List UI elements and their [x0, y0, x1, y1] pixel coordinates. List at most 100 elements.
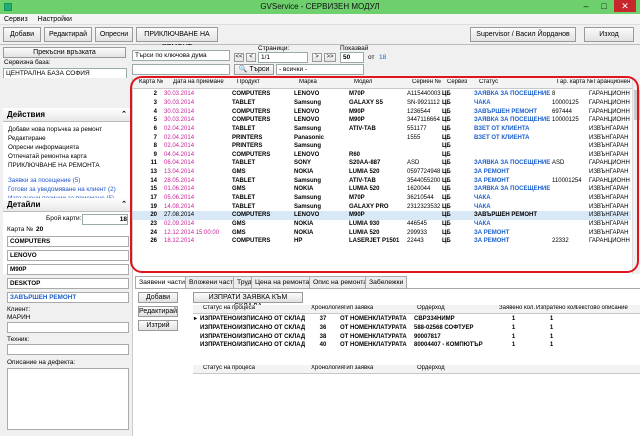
table-row[interactable]: 19 14.08.2014 TABLET Samsung GALAXY PRO 23123…	[133, 202, 631, 211]
keyword-input[interactable]	[132, 64, 230, 75]
parts-add-button[interactable]: Добави	[138, 292, 178, 303]
table-row[interactable]: 7 02.04.2014 PRINTERS Panasonic 1555 ЦБ ВЗЕТ О…	[133, 133, 631, 142]
col-card-no[interactable]: Карта №	[139, 79, 163, 85]
table-row[interactable]: 13 13.04.2014 GMS NOKIA LUMIA 520 0597724948 Ц…	[133, 168, 631, 177]
cell-model: LUMIA 930	[349, 220, 380, 227]
status-filter-select[interactable]: - всички -	[276, 64, 364, 75]
close-button[interactable]: ✕	[614, 0, 636, 12]
table-row[interactable]: 14 28.05.2014 TABLET Samsung ATIV-TAB 3544055…	[133, 176, 631, 185]
action-edit[interactable]: Редактиране	[8, 135, 46, 142]
tab-repair-price[interactable]: Цена на ремонта	[251, 276, 314, 288]
action-finish-repair[interactable]: ПРИКЛЮЧВАНЕ НА РЕМОНТА	[8, 162, 100, 169]
table-row[interactable]: 4 30.03.2014 COMPUTERS LENOVO M90P 1236544 ЦБ З…	[133, 107, 631, 116]
col-status[interactable]: Статус	[479, 79, 498, 85]
col-serial[interactable]: Сериен №	[412, 79, 441, 85]
col-warranty-card[interactable]: Гар. карта №	[557, 79, 593, 85]
action-print-card[interactable]: Отпечатай ремонтна карта	[8, 153, 87, 160]
table-row[interactable]: 6 02.04.2014 TABLET Samsung ATIV-TAB 551177 ЦБ…	[133, 125, 631, 134]
hcol-order[interactable]: Ордерход	[417, 365, 445, 371]
user-button[interactable]: Supervisor / Васил Йорданов	[470, 27, 576, 42]
col-date[interactable]: Дата на приемане	[173, 79, 224, 85]
refresh-button[interactable]: Опресни	[95, 27, 133, 42]
finish-repair-button[interactable]: ПРИКЛЮЧВАНЕ НА РЕМОНТ	[136, 27, 218, 51]
send-to-warehouse-button[interactable]: ИЗПРАТИ ЗАЯВКА КЪМ СКЛАДА	[193, 292, 303, 310]
add-button[interactable]: Добави	[3, 27, 41, 42]
parts-row[interactable]: ИЗПРАТЕНО/ИЗПИСАНО ОТ СКЛАД 36 ОТ НОМЕНКЛА…	[193, 324, 638, 333]
table-row[interactable]: 23 02.09.2014 GMS NOKIA LUMIA 930 446545 ЦБ ЧАК…	[133, 220, 631, 229]
minimize-button[interactable]: ‒	[578, 0, 594, 12]
cell-brand: LENOVO	[294, 108, 320, 115]
col-service[interactable]: Сервиз	[447, 79, 467, 85]
pcol-status[interactable]: Статус на процеса	[203, 305, 255, 311]
table-row[interactable]: 3 30.03.2014 TABLET Samsung GALAXY S5 SN-9921…	[133, 99, 631, 108]
cell-status: ЧАКА	[474, 203, 491, 210]
cell-card	[551, 202, 588, 211]
last-page-button[interactable]: >>	[324, 53, 336, 62]
cell-warranty: ГАРАНЦИОНН	[589, 108, 630, 115]
cell-date: 27.08.2014	[163, 210, 231, 220]
page-select[interactable]: 1/1	[258, 52, 308, 63]
pcol-type[interactable]: Тип заявка	[343, 305, 373, 311]
parts-row[interactable]: ИЗПРАТЕНО/ИЗПИСАНО ОТ СКЛАД 40 ОТ НОМЕНКЛА…	[193, 341, 638, 350]
defect-field[interactable]	[7, 368, 129, 430]
action-add-order[interactable]: Добави нова поръчка за ремонт	[8, 126, 102, 133]
grid-scrollbar[interactable]	[632, 78, 640, 274]
link-visit-requests[interactable]: Заявки за посещение (5)	[8, 177, 80, 184]
cell-service: ЦБ	[442, 143, 451, 150]
table-row[interactable]: 5 30.03.2014 COMPUTERS LENOVO M90P 3447116664…	[133, 116, 631, 125]
cell-brand: LENOVO	[294, 117, 320, 124]
scroll-thumb[interactable]	[634, 90, 640, 120]
table-row[interactable]: 2 30.03.2014 COMPUTERS LENOVO M70P A115440003…	[133, 90, 631, 99]
col-warranty[interactable]: Гаранционен	[594, 79, 632, 85]
menu-settings[interactable]: Настройки	[34, 14, 76, 23]
table-row[interactable]: 20 27.08.2014 COMPUTERS LENOVO M90P ЦБ ЗАВЪРШЕ…	[133, 210, 631, 220]
cell-product: COMPUTERS	[231, 210, 293, 220]
maximize-button[interactable]: □	[596, 0, 612, 12]
parts-delete-button[interactable]: Изтрий	[138, 320, 178, 331]
next-page-button[interactable]: >	[312, 53, 322, 62]
page-size-input[interactable]: 50	[340, 52, 364, 63]
cell-text	[571, 341, 638, 350]
cell-model	[348, 133, 406, 142]
table-row[interactable]: 24 12.12.2014 15:00:00 GMS NOKIA LUMIA 520 29…	[133, 228, 631, 237]
actions-header[interactable]: Действия ⌃	[3, 108, 130, 122]
cell-warranty: ИЗВЪНГАРАН	[589, 143, 629, 150]
hcol-status[interactable]: Статус на процеса	[203, 365, 255, 371]
action-refresh[interactable]: Опресни информацията	[8, 144, 79, 151]
edit-button[interactable]: Редактирай	[44, 27, 92, 42]
search-mode-select[interactable]: Търси по ключова дума	[132, 50, 230, 61]
pcol-requested[interactable]: Заявено кол.	[499, 305, 535, 311]
table-row[interactable]: 11 06.04.2014 TABLET SONY S20AA-887 ASD ЦБ ЗАЯВ…	[133, 159, 631, 168]
details-header[interactable]: Детайли ⌃	[3, 198, 130, 212]
tab-repair-description[interactable]: Опис на ремонта	[309, 276, 372, 288]
table-row[interactable]: 8 02.04.2014 PRINTERS Samsung ЦБ ИЗВЪНГАРАН	[133, 142, 631, 151]
table-row[interactable]: 15 01.06.2014 GMS NOKIA LUMIA 520 1620044 ЦБ ЗА…	[133, 185, 631, 194]
col-brand[interactable]: Марка	[299, 79, 317, 85]
col-product[interactable]: Продукт	[237, 79, 260, 85]
menu-service[interactable]: Сервиз	[0, 14, 32, 23]
parts-edit-button[interactable]: Редактирай	[138, 306, 178, 317]
card-number: 20	[36, 226, 44, 233]
cell-status	[473, 150, 551, 159]
parts-row[interactable]: ▸ ИЗПРАТЕНО/ИЗПИСАНО ОТ СКЛАД 37 ОТ НОМЕНКЛ…	[193, 315, 638, 324]
parts-row[interactable]: ИЗПРАТЕНО/ИЗПИСАНО ОТ СКЛАД 38 ОТ НОМЕНКЛА…	[193, 332, 638, 341]
pcol-order[interactable]: Ордерход	[417, 305, 445, 311]
cell-product: TABLET	[232, 195, 256, 201]
unlink-button[interactable]: Прекъсни връзката	[3, 47, 126, 58]
exit-button[interactable]: Изход	[584, 27, 634, 42]
hcol-type[interactable]: Тип заявка	[343, 365, 373, 371]
table-row[interactable]: 17 05.06.2014 TABLET Samsung M70P 36210544 ЦБ Ч…	[133, 194, 631, 203]
hcol-history[interactable]: Хронология	[311, 365, 344, 371]
pcol-sent[interactable]: Изпратено кол.	[536, 305, 578, 311]
tab-notes[interactable]: Забележки	[365, 276, 408, 288]
search-button[interactable]: 🔍 Търси	[234, 64, 274, 75]
table-row[interactable]: 9 04.04.2014 COMPUTERS LENOVO R60 ЦБ ИЗВЪНГАРА…	[133, 150, 631, 159]
prev-page-button[interactable]: <	[246, 53, 256, 62]
pcol-text[interactable]: Текстово описание	[575, 305, 628, 311]
col-model[interactable]: Модел	[354, 79, 372, 85]
pcol-history[interactable]: Хронология	[311, 305, 344, 311]
first-page-button[interactable]: <<	[234, 53, 244, 62]
table-row[interactable]: 26 18.12.2014 COMPUTERS HP LASERJET P1501 224…	[133, 237, 631, 246]
cell-date: 06.04.2014	[164, 160, 195, 167]
link-ready-to-notify[interactable]: Готови за уведомяване на клиент (2)	[8, 186, 116, 193]
